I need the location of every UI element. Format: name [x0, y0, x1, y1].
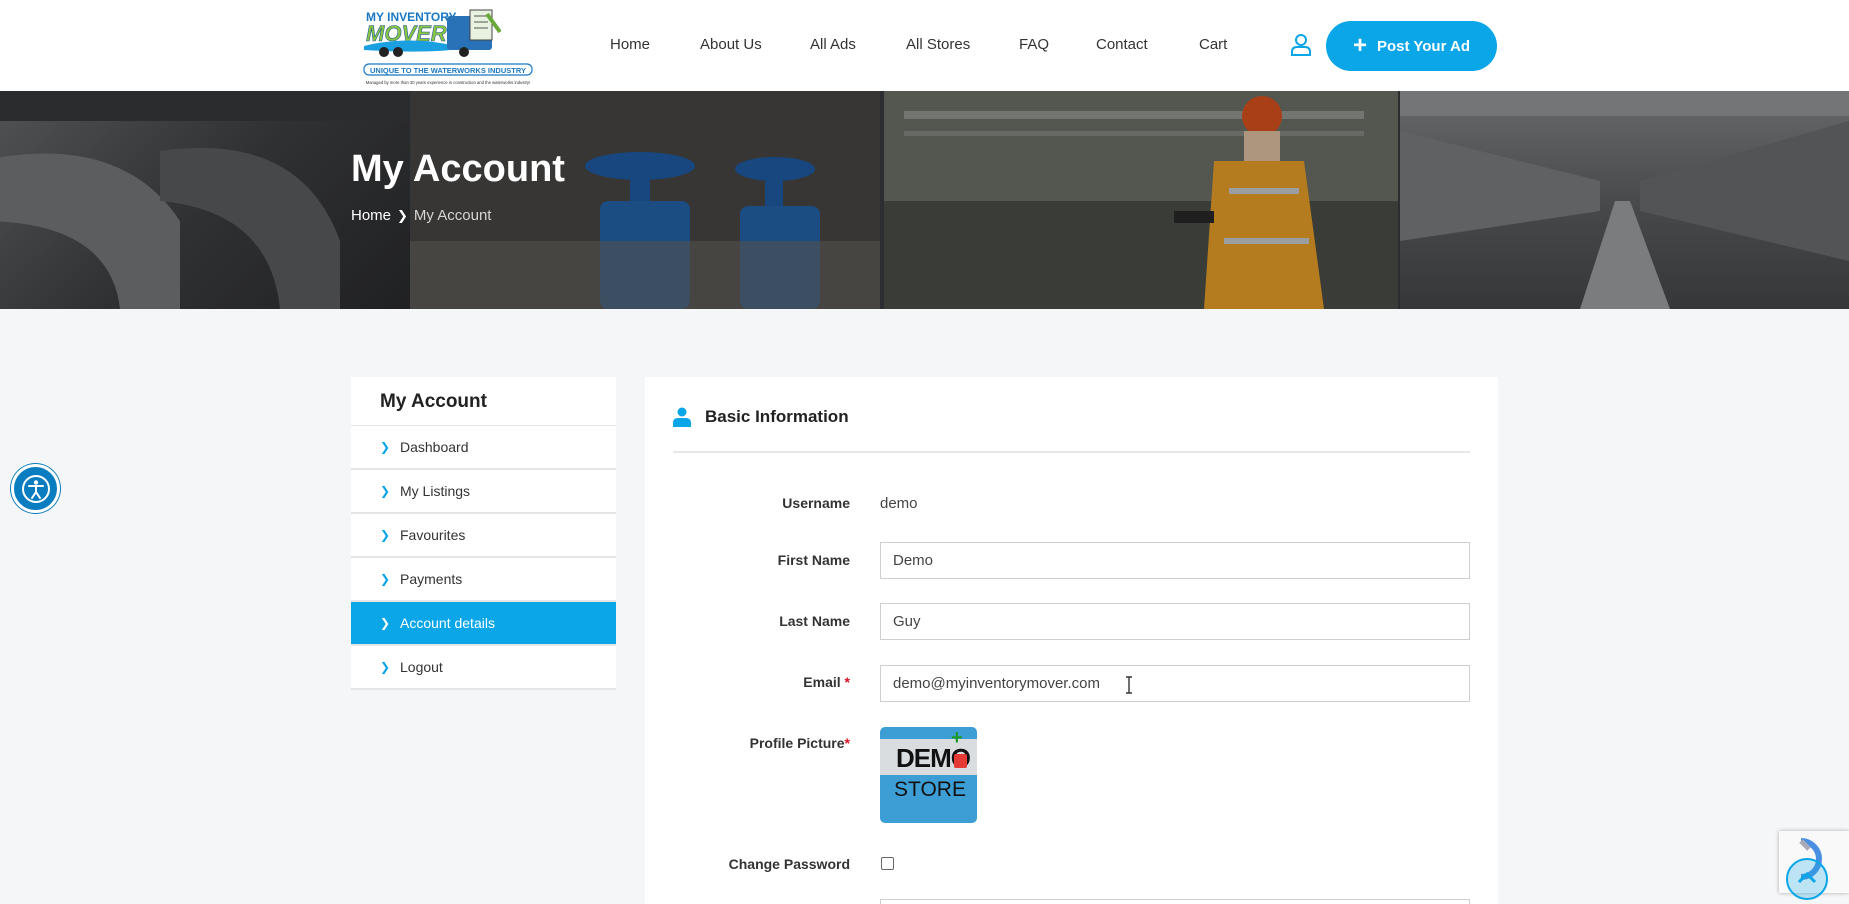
sidebar-item-label: Dashboard: [400, 439, 469, 455]
first-name-label: First Name: [777, 552, 850, 568]
username-label: Username: [782, 495, 850, 511]
nav-about-us[interactable]: About Us: [700, 36, 762, 53]
chevron-right-icon: ❯: [380, 572, 391, 586]
sidebar-item-label: Favourites: [400, 527, 466, 543]
section-title: Basic Information: [705, 407, 849, 426]
email-input[interactable]: [880, 665, 1470, 702]
sidebar-item-label: Account details: [400, 615, 495, 631]
sidebar-item-logout[interactable]: ❯ Logout: [351, 646, 616, 690]
sidebar-item-label: My Listings: [400, 483, 471, 499]
account-sidebar: My Account ❯ Dashboard ❯ My Listings ❯ F…: [351, 377, 616, 690]
page-title: My Account: [351, 148, 565, 190]
accessibility-icon: [21, 474, 50, 503]
sidebar-item-dashboard[interactable]: ❯ Dashboard: [351, 426, 616, 470]
nav-faq[interactable]: FAQ: [1019, 36, 1049, 53]
trash-icon[interactable]: [954, 754, 967, 768]
breadcrumb-home[interactable]: Home: [351, 207, 391, 224]
text-cursor-icon: [1126, 676, 1132, 694]
sidebar-item-account-details[interactable]: ❯ Account details: [351, 602, 616, 646]
first-name-input[interactable]: [880, 542, 1470, 579]
logo-subline: Managed by more than 30 years experience…: [366, 80, 531, 85]
page-hero-banner: [0, 91, 1849, 309]
nav-contact[interactable]: Contact: [1096, 36, 1148, 53]
chevron-up-icon: [1797, 871, 1817, 884]
nav-home[interactable]: Home: [610, 36, 650, 53]
sidebar-item-label: Logout: [400, 659, 443, 675]
post-your-ad-button[interactable]: + Post Your Ad: [1326, 21, 1497, 71]
next-field-input[interactable]: [880, 899, 1470, 904]
user-icon[interactable]: [1290, 33, 1312, 57]
sidebar-title: My Account: [351, 377, 616, 426]
user-icon: [673, 407, 691, 427]
chevron-right-icon: ❯: [397, 207, 408, 223]
divider: [673, 451, 1470, 453]
section-header: Basic Information: [673, 407, 849, 427]
chevron-right-icon: ❯: [380, 528, 391, 542]
sidebar-item-label: Payments: [400, 571, 463, 587]
logo-graphic: MY INVENTORY MOVER UNIQUE TO THE WATERWO…: [352, 4, 544, 88]
profile-picture-label: Profile Picture*: [750, 735, 850, 751]
required-mark: *: [844, 674, 850, 690]
account-details-card: Basic Information Username demo First Na…: [645, 377, 1498, 904]
plus-icon: +: [1352, 32, 1367, 59]
back-to-top-button[interactable]: [1786, 858, 1828, 900]
breadcrumb-current: My Account: [413, 207, 492, 224]
breadcrumb: Home ❯ My Account: [351, 207, 491, 224]
site-header: MY INVENTORY MOVER UNIQUE TO THE WATERWO…: [0, 0, 1849, 91]
chevron-right-icon: ❯: [380, 484, 391, 498]
sidebar-item-my-listings[interactable]: ❯ My Listings: [351, 470, 616, 514]
sidebar-item-favourites[interactable]: ❯ Favourites: [351, 514, 616, 558]
email-label-text: Email: [803, 674, 841, 690]
plus-icon[interactable]: +: [951, 727, 963, 750]
avatar-text-store: STORE: [894, 778, 966, 801]
profile-picture[interactable]: DEMO STORE +: [880, 727, 977, 823]
logo-tagline: UNIQUE TO THE WATERWORKS INDUSTRY: [370, 66, 526, 75]
email-label: Email *: [803, 674, 850, 690]
profile-picture-label-text: Profile Picture: [749, 735, 845, 751]
nav-all-stores[interactable]: All Stores: [906, 36, 970, 53]
site-logo[interactable]: MY INVENTORY MOVER UNIQUE TO THE WATERWO…: [352, 4, 544, 88]
last-name-label: Last Name: [779, 613, 850, 629]
chevron-right-icon: ❯: [380, 440, 391, 454]
sidebar-item-payments[interactable]: ❯ Payments: [351, 558, 616, 602]
last-name-input[interactable]: [880, 603, 1470, 640]
required-mark: *: [844, 735, 850, 751]
nav-cart[interactable]: Cart: [1199, 36, 1227, 53]
change-password-label: Change Password: [728, 856, 850, 872]
change-password-checkbox[interactable]: [881, 857, 894, 870]
post-your-ad-label: Post Your Ad: [1376, 37, 1471, 55]
accessibility-button[interactable]: [11, 464, 60, 513]
nav-all-ads[interactable]: All Ads: [810, 36, 856, 53]
username-value: demo: [880, 495, 918, 512]
chevron-right-icon: ❯: [380, 616, 391, 630]
chevron-right-icon: ❯: [380, 660, 391, 674]
hero-overlay: [0, 91, 1849, 309]
